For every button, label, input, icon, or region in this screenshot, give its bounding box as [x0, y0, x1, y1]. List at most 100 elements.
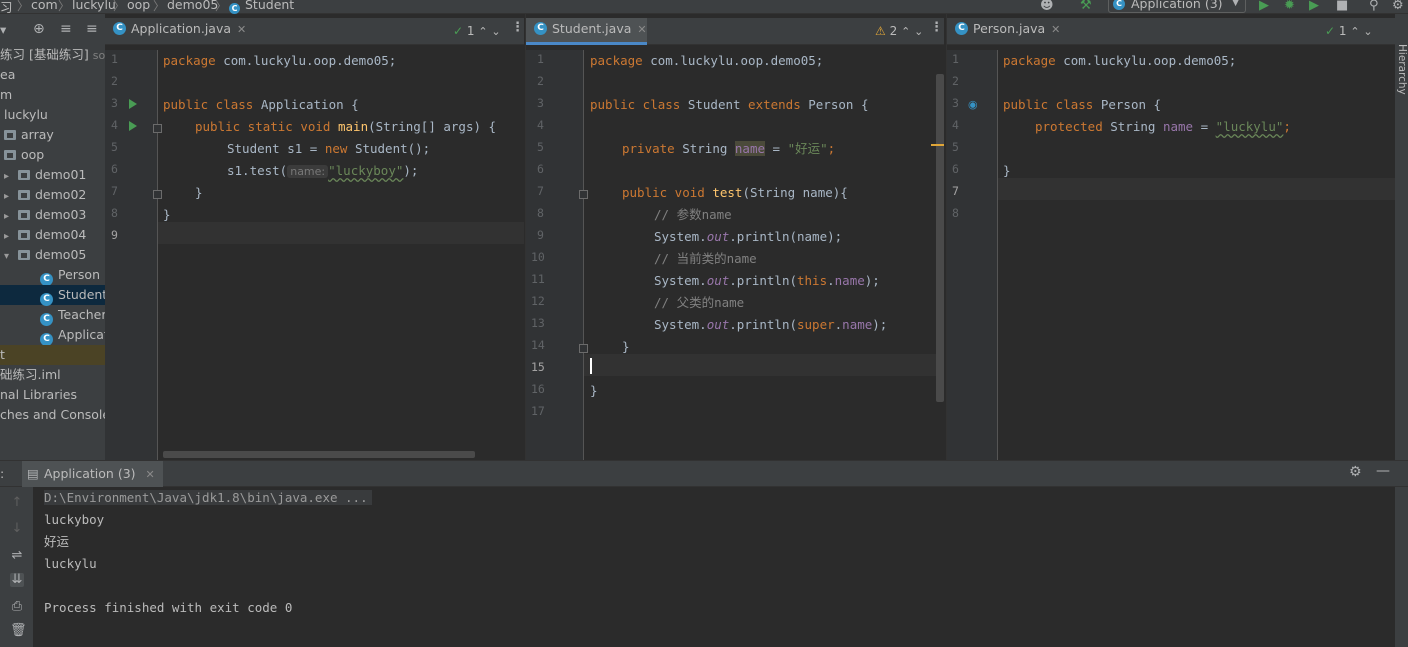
tree-item-scratches[interactable]: ches and Consoles: [0, 405, 105, 425]
line-number-current: 9: [111, 228, 118, 242]
expand-all-icon[interactable]: ≡: [86, 21, 98, 37]
close-icon[interactable]: ✕: [1051, 23, 1060, 36]
next-highlight-icon[interactable]: ⌄: [491, 25, 500, 38]
tree-item-idea[interactable]: ea: [0, 65, 105, 85]
tree-item-student[interactable]: C Student: [0, 285, 105, 306]
tree-item-out[interactable]: t: [0, 345, 105, 365]
check-icon: ✓: [1325, 24, 1336, 38]
code-comment: // 参数name: [654, 207, 732, 222]
trash-icon[interactable]: 🗑: [10, 624, 27, 638]
inspection-widget[interactable]: ✓ 1 ⌃ ⌄: [453, 24, 501, 38]
chevron-right-icon[interactable]: ▸: [4, 187, 14, 207]
user-icon[interactable]: ☻: [1040, 0, 1054, 13]
next-highlight-icon[interactable]: ⌄: [1363, 25, 1372, 38]
project-dropdown-chevron-icon[interactable]: ▾: [0, 22, 6, 37]
code-area[interactable]: package com.luckylu.oop.demo05; public c…: [998, 50, 1395, 460]
inspection-widget[interactable]: ✓ 1 ⌃ ⌄: [1325, 24, 1373, 38]
close-icon[interactable]: ✕: [237, 23, 246, 36]
current-line-highlight: [158, 222, 524, 244]
code-line: }: [590, 383, 598, 398]
close-icon[interactable]: ✕: [146, 468, 155, 481]
code-area[interactable]: package com.luckylu.oop.demo05; public c…: [584, 50, 944, 460]
console-output[interactable]: D:\Environment\Java\jdk1.8\bin\java.exe …: [33, 487, 1395, 646]
tree-item-oop[interactable]: oop: [0, 145, 105, 165]
stop-icon[interactable]: ■: [1336, 0, 1350, 13]
minimize-icon[interactable]: —: [1376, 463, 1390, 479]
tab-run-application[interactable]: ▤ Application (3) ✕: [22, 461, 163, 487]
hierarchy-tool-button[interactable]: Hierarchy: [1396, 44, 1408, 95]
chevron-down-icon[interactable]: ▾: [4, 247, 14, 267]
scroll-to-end-icon[interactable]: ⇊: [10, 573, 24, 587]
next-highlight-icon[interactable]: ⌄: [914, 25, 923, 38]
warning-stripe-marker[interactable]: [931, 144, 944, 146]
settings-icon[interactable]: ⚙: [1392, 0, 1406, 13]
code-line: s1.test(name: "luckyboy");: [227, 163, 419, 178]
editor-application[interactable]: C Application.java ✕ ⋮ 1 2 3 4 5 6 7 8 9 p…: [105, 14, 524, 460]
code-line: }: [195, 185, 203, 200]
chevron-right-icon[interactable]: ▸: [4, 227, 14, 247]
chevron-right-icon[interactable]: ▸: [4, 167, 14, 187]
gear-icon[interactable]: ⚙: [1349, 464, 1362, 480]
tree-item-person[interactable]: C Person: [0, 265, 105, 286]
tab-application-java[interactable]: C Application.java ✕: [105, 18, 246, 45]
debug-icon[interactable]: ✹: [1284, 0, 1298, 13]
right-tool-strip: Hierarchy: [1395, 14, 1408, 460]
tree-item-application[interactable]: C Applicat: [0, 325, 105, 346]
line-number: 17: [531, 404, 545, 418]
console-command-line[interactable]: D:\Environment\Java\jdk1.8\bin\java.exe …: [44, 490, 372, 505]
run-gutter-icon[interactable]: [129, 99, 137, 109]
tree-item-project-root[interactable]: 练习 [基础练习] sou: [0, 45, 105, 65]
run-tool-window: : ▤ Application (3) ✕ ⚙ — ↑ ↓ ⇌ ⇊ ⎙ 🗑 D:…: [0, 460, 1408, 647]
inspection-widget[interactable]: ⚠ 2 ⌃ ⌄: [875, 24, 923, 38]
soft-wrap-icon[interactable]: ⇌: [10, 549, 24, 563]
up-arrow-icon[interactable]: ↑: [10, 496, 24, 510]
more-options-icon[interactable]: ⋮: [511, 20, 524, 35]
breadcrumb-separator: 〉: [17, 0, 30, 13]
close-icon[interactable]: ✕: [637, 23, 646, 36]
tree-item-array[interactable]: array: [0, 125, 105, 145]
tree-item-demo02[interactable]: ▸ demo02: [0, 185, 105, 205]
collapse-all-icon[interactable]: ≡: [60, 21, 72, 37]
previous-highlight-icon[interactable]: ⌃: [901, 25, 910, 38]
breadcrumb-item-com[interactable]: com: [31, 0, 58, 12]
breadcrumb-item-demo05[interactable]: demo05: [167, 0, 218, 12]
tree-item-demo05[interactable]: ▾ demo05: [0, 245, 105, 265]
locate-icon[interactable]: ⊕: [33, 21, 45, 37]
previous-highlight-icon[interactable]: ⌃: [1350, 25, 1359, 38]
horizontal-scrollbar[interactable]: [163, 451, 475, 458]
tree-item-luckylu[interactable]: luckylu: [0, 105, 105, 125]
tree-item-demo03[interactable]: ▸ demo03: [0, 205, 105, 225]
code-area[interactable]: package com.luckylu.oop.demo05; public c…: [158, 50, 524, 460]
print-icon[interactable]: ⎙: [10, 600, 24, 614]
tree-item-external-libraries[interactable]: nal Libraries: [0, 385, 105, 405]
line-number: 1: [952, 52, 959, 66]
breadcrumb-item-oop[interactable]: oop: [127, 0, 150, 12]
previous-highlight-icon[interactable]: ⌃: [478, 25, 487, 38]
tree-item-demo01[interactable]: ▸ demo01: [0, 165, 105, 185]
tree-item-iml[interactable]: 础练习.iml: [0, 365, 105, 385]
build-hammer-icon[interactable]: ⚒: [1080, 0, 1094, 13]
chevron-right-icon[interactable]: ▸: [4, 207, 14, 227]
search-icon[interactable]: ⚲: [1369, 0, 1383, 13]
run-icon[interactable]: ▶: [1259, 0, 1273, 13]
line-number: 6: [537, 162, 544, 176]
tree-item-demo04[interactable]: ▸ demo04: [0, 225, 105, 245]
run-configuration-select[interactable]: C Application (3) ▼: [1108, 0, 1246, 13]
vertical-scrollbar[interactable]: [936, 74, 944, 402]
down-arrow-icon[interactable]: ↓: [10, 522, 24, 536]
tree-item-teacher[interactable]: C Teacher: [0, 305, 105, 326]
right-tool-strip-lower: [1395, 487, 1408, 647]
folder-icon: [18, 250, 30, 260]
breadcrumb-item-student[interactable]: C Student: [229, 0, 294, 14]
run-gutter-icon[interactable]: [129, 121, 137, 131]
tree-item-m[interactable]: m: [0, 85, 105, 105]
editor-student[interactable]: C Student.java ✕ ⋮ 1 2 3 4 5 6 7 8 9 10 11…: [525, 14, 944, 460]
tab-person-java[interactable]: C Person.java ✕: [947, 18, 1060, 45]
breadcrumb-item-luckylu[interactable]: luckylu: [72, 0, 116, 12]
tab-student-java[interactable]: C Student.java ✕: [526, 18, 647, 45]
code-line: }: [1003, 163, 1011, 178]
coverage-icon[interactable]: ▶: [1309, 0, 1323, 13]
more-options-icon[interactable]: ⋮: [930, 20, 943, 35]
editor-person[interactable]: C Person.java ✕ 1 2 3 4 5 6 7 8 ◉ package …: [946, 14, 1395, 460]
implemented-by-icon[interactable]: ◉: [968, 98, 978, 111]
